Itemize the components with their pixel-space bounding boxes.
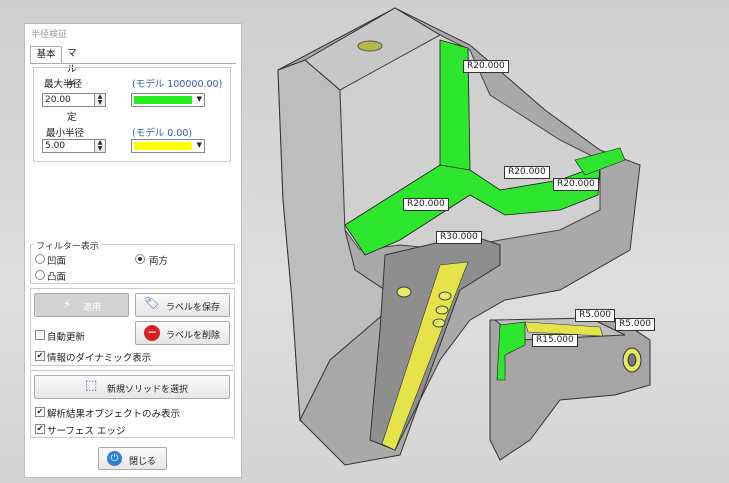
filter-group: フィルター表示 凹面 両方 凸面: [30, 239, 235, 284]
spinner-arrows-icon[interactable]: ▲ ▼: [94, 94, 105, 106]
radius-group: 最大半径 (モデル 100000.00) 20.00 ▲ ▼ ▼ 最小半径 (モデ…: [33, 67, 231, 162]
both-label: 両方: [149, 256, 169, 267]
tab-basic[interactable]: 基本: [30, 46, 62, 64]
radius-label: R30.000: [436, 231, 482, 244]
concave-label: 凹面: [47, 256, 67, 267]
min-radius-model-note: (モデル 0.00): [132, 128, 193, 139]
delete-icon: −: [144, 325, 160, 341]
min-radius-color-select[interactable]: ▼: [131, 139, 205, 153]
bracket-hole-inner: [627, 353, 637, 367]
analysis-only-label: 解析結果オブジェクトのみ表示: [47, 409, 181, 420]
apply-label: 適用: [83, 303, 102, 313]
radius-check-panel: 半径検証 基本 マルチ設定 最大半径 (モデル 100000.00) 20.00…: [24, 23, 242, 478]
dropdown-arrow-icon: ▼: [196, 141, 202, 149]
power-icon: ⏻: [107, 451, 122, 466]
delete-label-text: ラベルを削除: [166, 331, 221, 341]
radio-convex[interactable]: [35, 270, 45, 280]
display-group: ⬚ 新規ソリッドを選択 ✔ 解析結果オブジェクトのみ表示 ✔ サーフェス エッジ: [30, 370, 235, 438]
surface-edge-label: サーフェス エッジ: [47, 426, 126, 437]
surface-edge-checkbox[interactable]: ✔: [35, 424, 45, 434]
panel-title: 半径検証: [31, 30, 68, 40]
top-hole: [357, 40, 383, 52]
apply-button[interactable]: ⚡ 適用: [34, 293, 129, 317]
channel-hole-1: [438, 291, 452, 301]
radius-label: R20.000: [504, 166, 550, 179]
lightning-icon: ⚡: [63, 297, 72, 311]
tab-multi-settings[interactable]: マルチ設定: [62, 46, 82, 123]
radius-label: R5.000: [575, 309, 616, 322]
analysis-only-checkbox[interactable]: ✔: [35, 407, 45, 417]
radius-label: R20.000: [403, 198, 449, 211]
channel-hole-3: [432, 318, 446, 328]
save-label-text: ラベルを保存: [166, 303, 221, 313]
auto-update-label: 自動更新: [47, 332, 86, 343]
dynamic-info-label: 情報のダイナミック表示: [47, 353, 152, 364]
max-radius-color-select[interactable]: ▼: [131, 93, 205, 107]
convex-label: 凸面: [47, 272, 67, 283]
spinner-arrows-icon[interactable]: ▲ ▼: [94, 140, 105, 152]
radius-label: R20.000: [553, 178, 599, 191]
delete-label-button[interactable]: − ラベルを削除: [135, 321, 230, 345]
radius-label: R20.000: [463, 60, 509, 73]
max-radius-model-note: (モデル 100000.00): [132, 79, 223, 90]
cube-select-icon: ⬚: [85, 378, 98, 393]
close-button[interactable]: ⏻ 閉じる: [98, 447, 167, 470]
close-label: 閉じる: [129, 457, 157, 467]
max-radius-input[interactable]: 20.00 ▲ ▼: [42, 93, 106, 107]
min-radius-label: 最小半径: [46, 128, 85, 139]
radio-both[interactable]: [135, 254, 145, 264]
min-radius-value: 5.00: [45, 141, 66, 151]
min-radius-input[interactable]: 5.00 ▲ ▼: [42, 139, 106, 153]
min-radius-color-swatch: [134, 142, 192, 150]
max-radius-value: 20.00: [45, 95, 71, 105]
save-label-icon: 🏷: [144, 296, 160, 310]
dropdown-arrow-icon: ▼: [196, 95, 202, 103]
max-radius-color-swatch: [134, 96, 192, 104]
auto-update-checkbox[interactable]: [35, 330, 45, 340]
side-hole: [396, 286, 412, 298]
radius-label: R5.000: [615, 318, 656, 331]
dynamic-info-checkbox[interactable]: ✔: [35, 351, 45, 361]
save-label-button[interactable]: 🏷 ラベルを保存: [135, 293, 230, 317]
max-radius-label: 最大半径: [44, 79, 83, 90]
radius-label: R15.000: [532, 334, 578, 347]
channel-hole-2: [435, 305, 449, 315]
tab-divider: [30, 63, 236, 64]
radio-concave[interactable]: [35, 254, 45, 264]
select-solid-button[interactable]: ⬚ 新規ソリッドを選択: [34, 375, 230, 399]
filter-legend: フィルター表示: [34, 239, 101, 252]
select-solid-label: 新規ソリッドを選択: [107, 385, 189, 395]
action-group: ⚡ 適用 🏷 ラベルを保存 自動更新 − ラベルを削除 ✔ 情報のダイナミック表…: [30, 288, 235, 366]
